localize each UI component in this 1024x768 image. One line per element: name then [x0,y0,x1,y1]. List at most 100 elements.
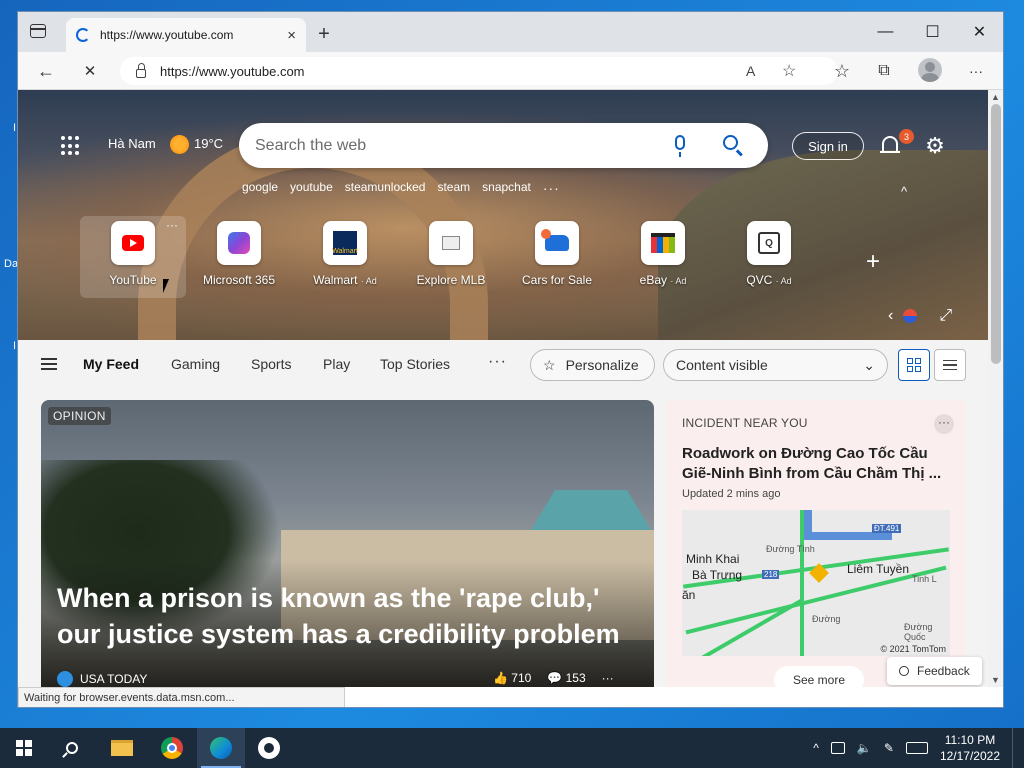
read-aloud-icon[interactable]: A [746,57,755,85]
edge-icon [210,737,232,759]
map-river [802,532,892,540]
web-search-box[interactable]: Search the web [239,123,768,168]
scrollbar-thumb[interactable] [991,104,1001,364]
minimize-button[interactable]: — [862,12,909,52]
tile-microsoft-365[interactable]: Microsoft 365 [186,216,292,298]
quick-links-more-button[interactable]: ··· [543,180,560,196]
notifications-bell-icon[interactable] [880,136,900,153]
system-tray: ^ 🔈 ✎ 11:10 PM 12/17/2022 [813,728,1016,768]
steam-icon [258,737,280,759]
incident-more-button[interactable]: ··· [934,414,954,434]
quick-link[interactable]: google [242,180,278,196]
hero-background-controls: ‹ ⤢ [888,307,952,325]
microphone-icon[interactable] [675,135,685,157]
show-desktop-button[interactable] [1012,728,1016,768]
loading-spinner-icon [76,28,90,42]
volume-icon[interactable]: 🔈 [857,741,872,755]
taskbar-search-button[interactable] [48,728,96,768]
tile-cars-for-sale[interactable]: Cars for Sale [504,216,610,298]
network-icon[interactable] [830,742,845,754]
tab-play[interactable]: Play [323,356,350,372]
close-window-button[interactable]: ✕ [956,12,1003,52]
previous-background-button[interactable]: ‹ [888,307,893,325]
tile-youtube[interactable]: ··· YouTube [80,216,186,298]
feed-more-button[interactable]: ··· [488,353,507,371]
taskbar-clock[interactable]: 11:10 PM 12/17/2022 [940,732,1000,764]
weather-location[interactable]: Hà Nam [108,136,156,151]
taskbar-steam[interactable] [245,728,293,768]
list-view-button[interactable] [934,349,966,381]
pen-icon[interactable]: ✎ [884,741,894,755]
featured-story-card[interactable]: OPINION When a prison is known as the 'r… [41,400,654,687]
personalize-button[interactable]: ☆ Personalize [530,349,655,381]
feedback-button[interactable]: Feedback [887,657,982,685]
tile-ebay[interactable]: eBay · Ad [610,216,716,298]
feed-menu-icon[interactable] [41,358,57,370]
quick-link[interactable]: youtube [290,180,333,196]
quick-link[interactable]: steamunlocked [345,180,426,196]
tile-qvc[interactable]: Q QVC · Ad [716,216,822,298]
add-favorite-icon[interactable]: ☆ [782,57,796,85]
collections-button[interactable]: ⧉ [870,57,898,85]
chrome-icon [161,737,183,759]
scroll-up-arrow-icon[interactable]: ▲ [991,92,1000,102]
taskbar-chrome[interactable] [148,728,196,768]
gear-icon[interactable]: ⚙ [923,134,947,158]
sign-in-button[interactable]: Sign in [792,132,864,160]
scroll-down-arrow-icon[interactable]: ▼ [991,675,1000,685]
profile-avatar[interactable] [918,58,942,82]
favorites-button[interactable]: ☆ [828,57,856,85]
vertical-scrollbar[interactable]: ▲ ▼ [988,90,1003,687]
tile-walmart[interactable]: Walmart Walmart · Ad [292,216,398,298]
incident-map[interactable]: Minh Khai Bà Trưng Liêm Tuyền ĐT.491 218… [682,510,950,656]
story-title[interactable]: When a prison is known as the 'rape club… [57,580,637,652]
tab-gaming[interactable]: Gaming [171,356,220,372]
tab-sports[interactable]: Sports [251,356,291,372]
search-icon[interactable] [723,135,738,150]
tile-more-button[interactable]: ··· [166,218,178,232]
tab-my-feed[interactable]: My Feed [83,356,139,372]
incident-card[interactable]: INCIDENT NEAR YOU ··· Roadwork on Đường … [666,400,966,687]
new-tab-button[interactable]: + [312,22,336,46]
address-bar[interactable]: https://www.youtube.com A ☆ [120,57,838,85]
content-visibility-dropdown[interactable]: Content visible ⌄ [663,349,888,381]
quick-link[interactable]: snapchat [482,180,531,196]
tab-close-button[interactable]: × [287,27,296,44]
flag-icon[interactable] [903,309,918,323]
incident-title[interactable]: Roadwork on Đường Cao Tốc Cầu Giẽ-Ninh B… [682,444,950,484]
collapse-chevron-icon[interactable]: ^ [901,184,907,199]
grid-view-button[interactable] [898,349,930,381]
start-button[interactable] [0,728,48,768]
comment-button[interactable]: 💬 153 [547,671,585,685]
search-icon [66,742,78,754]
story-more-button[interactable]: ··· [602,671,614,685]
tab-bar: https://www.youtube.com × + — ☐ ✕ [18,12,1003,52]
tray-overflow-chevron-icon[interactable]: ^ [813,741,819,755]
tab-actions-icon[interactable] [30,24,46,38]
weather-temperature[interactable]: 19°C [194,136,223,151]
apps-grid-icon[interactable] [61,136,81,156]
settings-more-button[interactable]: ··· [962,57,990,85]
like-button[interactable]: 👍 710 [493,671,531,685]
story-source[interactable]: USA TODAY [57,671,147,687]
tile-explore-mlb[interactable]: Explore MLB [398,216,504,298]
quick-link[interactable]: steam [437,180,470,196]
stop-loading-button[interactable]: ✕ [76,57,104,85]
taskbar-file-explorer[interactable] [98,728,146,768]
add-site-button[interactable]: + [866,248,880,276]
back-button[interactable]: ← [32,57,60,85]
taskbar-edge[interactable] [197,728,245,768]
status-bar: Waiting for browser.events.data.msn.com.… [18,687,345,707]
lock-icon[interactable] [136,62,146,78]
maximize-button[interactable]: ☐ [909,12,956,52]
map-label: ăn [682,588,696,602]
window-controls: — ☐ ✕ [862,12,1003,52]
browser-tab[interactable]: https://www.youtube.com × [66,18,306,52]
top-sites: ··· YouTube Microsoft 365 Walmart Walmar… [80,216,822,298]
tab-top-stories[interactable]: Top Stories [380,356,450,372]
tab-title: https://www.youtube.com [100,28,234,42]
personalize-star-icon: ☆ [543,356,556,373]
keyboard-icon[interactable] [905,742,928,754]
expand-background-button[interactable]: ⤢ [939,307,952,325]
see-more-button[interactable]: See more [774,666,864,687]
